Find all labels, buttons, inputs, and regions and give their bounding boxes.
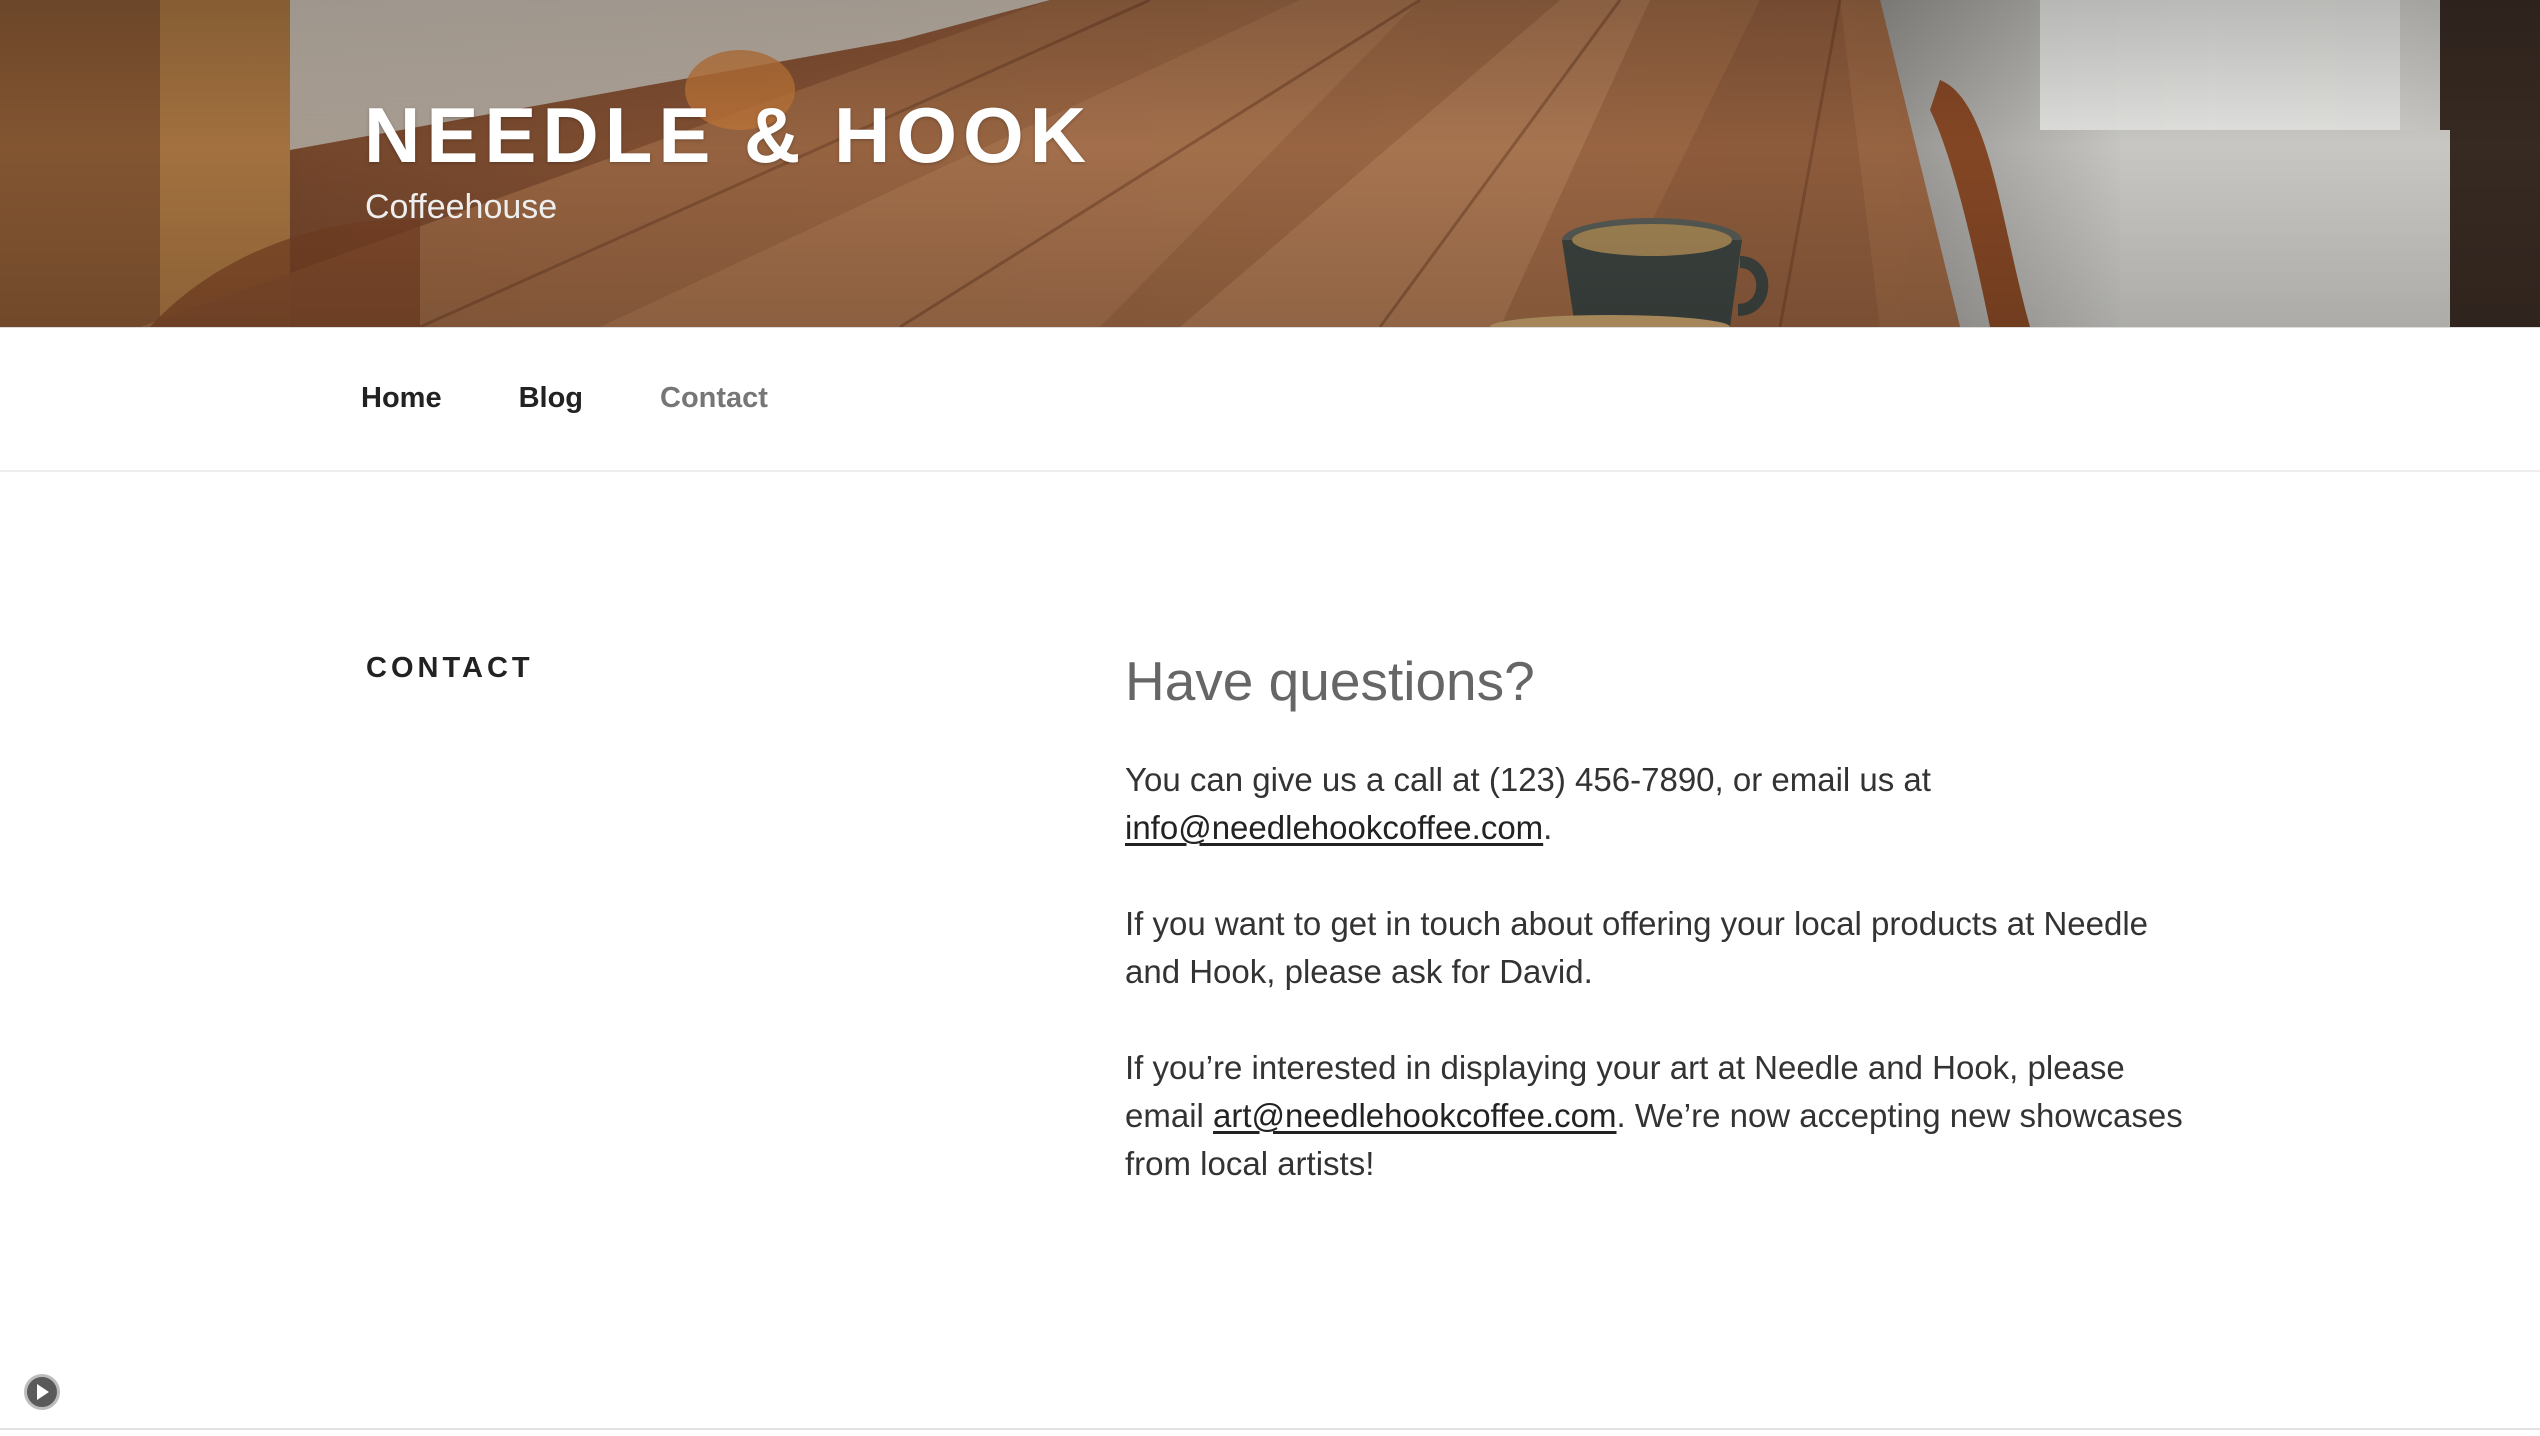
paragraph-text: You can give us a call at (123) 456-7890… — [1125, 761, 1931, 798]
paragraph-text: . — [1543, 809, 1553, 846]
page-title: CONTACT — [366, 652, 534, 684]
content-heading: Have questions? — [1125, 650, 1535, 712]
site-title[interactable]: NEEDLE & HOOK — [364, 96, 1092, 174]
bottom-divider — [0, 1428, 2540, 1430]
paragraph-local-products: If you want to get in touch about offeri… — [1125, 905, 2149, 990]
info-email-link[interactable]: info@needlehookcoffee.com — [1125, 809, 1543, 846]
paragraph-art: If you’re interested in displaying your … — [1125, 1044, 2185, 1188]
nav-item-blog[interactable]: Blog — [519, 381, 583, 416]
site-header: NEEDLE & HOOK Coffeehouse — [0, 0, 2540, 327]
entry-content: Have questions? You can give us a call a… — [1125, 648, 2185, 1236]
nav-item-contact[interactable]: Contact — [660, 381, 768, 416]
nav-item-home[interactable]: Home — [361, 381, 442, 416]
play-button[interactable] — [24, 1374, 60, 1410]
site-tagline: Coffeehouse — [365, 188, 558, 226]
play-icon — [37, 1384, 49, 1400]
nav-menu: Home Blog Contact — [361, 381, 845, 416]
paragraph-phone-email: You can give us a call at (123) 456-7890… — [1125, 756, 2185, 852]
main-navigation: Home Blog Contact — [0, 327, 2540, 472]
art-email-link[interactable]: art@needlehookcoffee.com — [1213, 1097, 1616, 1134]
